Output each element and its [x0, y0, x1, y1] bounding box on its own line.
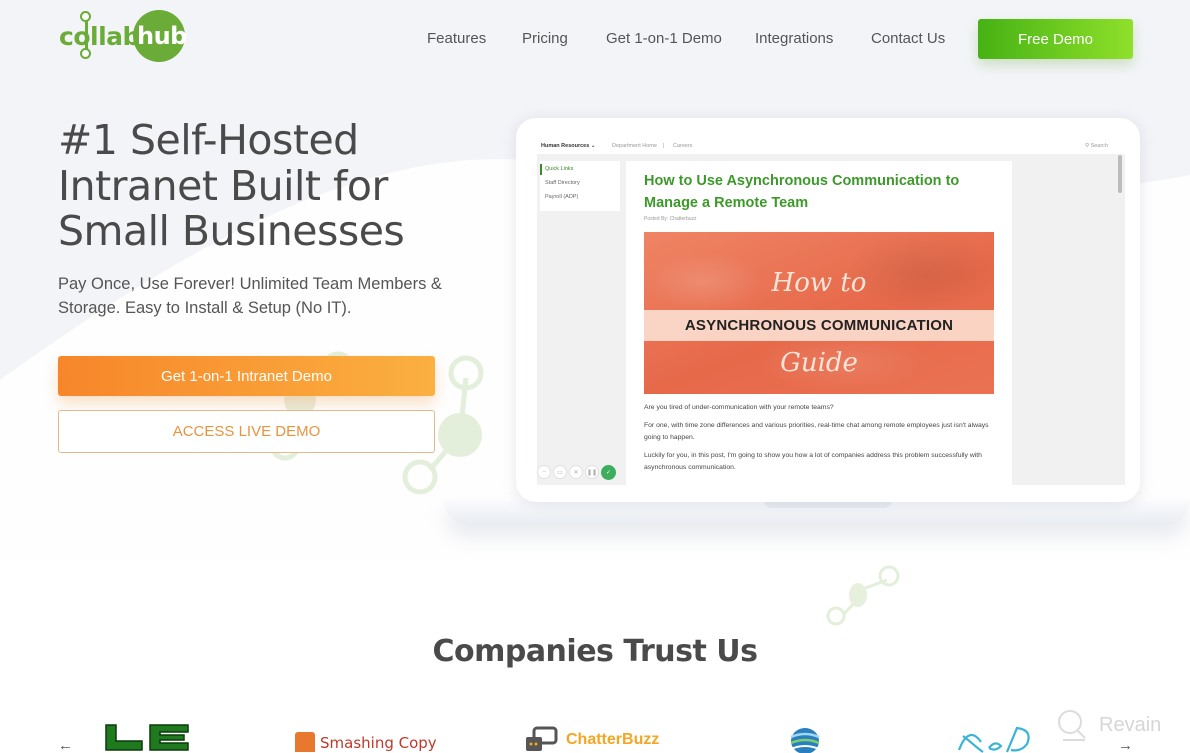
xeodev-logo	[957, 726, 1030, 753]
companies-title: Companies Trust Us	[432, 634, 758, 669]
revain-logo-icon	[1058, 710, 1086, 741]
collabhub-logo[interactable]: collab hub	[57, 10, 187, 62]
search-label: Search	[1090, 143, 1108, 149]
department-dropdown[interactable]: Human Resources ⌄	[541, 143, 595, 149]
intranet-demo-button[interactable]: Get 1-on-1 Intranet Demo	[58, 356, 435, 396]
chatterbuzz-logo: ChatterBuzz	[524, 726, 659, 753]
article-card: How to Use Asynchronous Communication to…	[626, 161, 1012, 485]
article-posted-by: Posted By: Chatterbuzz	[644, 216, 697, 222]
logo-label: ChatterBuzz	[566, 730, 660, 748]
sidebar-item-staff-directory[interactable]: Staff Directory	[545, 180, 580, 186]
nav-link-pricing[interactable]: Pricing	[522, 30, 568, 47]
minus-icon[interactable]: −	[537, 465, 551, 479]
topbar-separator: |	[663, 143, 665, 149]
globe-logo-icon	[790, 728, 820, 753]
image-band-text: ASYNCHRONOUS COMMUNICATION	[644, 310, 994, 341]
image-script-bottom: Guide	[780, 348, 858, 378]
article-paragraph: Are you tired of under-communication wit…	[644, 404, 834, 411]
nav-link-demo[interactable]: Get 1-on-1 Demo	[606, 30, 722, 47]
hero-title-line: #1 Self-Hosted	[58, 116, 359, 164]
chat-bubble-icon	[526, 726, 558, 751]
article-hero-image: How to ASYNCHRONOUS COMMUNICATION Guide	[644, 232, 994, 394]
carousel-prev-arrow[interactable]: ←	[58, 737, 73, 753]
close-icon[interactable]: ✕	[569, 465, 583, 479]
quick-links-sidebar: Quick Links Staff Directory Payroll (ADP…	[540, 161, 620, 211]
hero-title: #1 Self-Hosted Intranet Built for Small …	[58, 116, 478, 255]
department-label: Human Resources	[541, 143, 590, 149]
le-logo	[105, 724, 189, 751]
topbar-search[interactable]: ⚲ Search	[1085, 143, 1108, 149]
active-indicator	[540, 164, 542, 175]
revain-label: Revain	[1099, 713, 1162, 736]
image-script-top: How to	[771, 268, 867, 298]
screen-scrollbar[interactable]	[1118, 155, 1122, 193]
article-title: How to Use Asynchronous Communication to…	[644, 173, 960, 211]
nav-link-contact[interactable]: Contact Us	[871, 30, 945, 47]
hero-subtitle: Pay Once, Use Forever! Unlimited Team Me…	[58, 275, 442, 317]
pause-icon[interactable]: ❚❚	[585, 465, 599, 479]
logo-text-collab: collab	[59, 22, 140, 51]
topbar-link-careers[interactable]: Careers	[673, 143, 693, 149]
carousel-next-arrow[interactable]: →	[1118, 737, 1133, 753]
check-icon[interactable]: ✓	[601, 465, 616, 480]
article-paragraph: Luckily for you, in this post, I'm going…	[644, 452, 982, 471]
nav-link-features[interactable]: Features	[427, 30, 486, 47]
molecule-small-decoration-icon	[826, 565, 900, 626]
article-paragraph: For one, with time zone differences and …	[644, 422, 989, 441]
access-live-demo-button[interactable]: ACCESS LIVE DEMO	[58, 410, 435, 453]
logo-node-top	[80, 11, 91, 22]
free-demo-button[interactable]: Free Demo	[978, 19, 1133, 59]
laptop-screen: Human Resources ⌄ Department Home | Care…	[537, 140, 1125, 485]
sidebar-item-payroll[interactable]: Payroll (ADP)	[545, 194, 578, 200]
smashing-copy-logo: Smashing Copy	[295, 732, 437, 752]
logo-text-hub: hub	[137, 22, 187, 50]
nav-link-integrations[interactable]: Integrations	[755, 30, 833, 47]
site-header: collab hub Features Pricing Get 1-on-1 D…	[0, 0, 1190, 80]
video-icon[interactable]: ▭	[553, 465, 567, 479]
fist-icon	[295, 732, 315, 752]
revain-watermark: Revain	[1055, 708, 1161, 742]
sidebar-item-quick-links[interactable]: Quick Links	[545, 166, 573, 172]
intranet-topbar: Human Resources ⌄ Department Home | Care…	[537, 140, 1125, 154]
topbar-link-home[interactable]: Department Home	[612, 143, 657, 149]
hero-title-line: Small Businesses	[58, 207, 405, 255]
logo-label: Smashing Copy	[320, 734, 437, 752]
hero-title-line: Intranet Built for	[58, 161, 388, 210]
